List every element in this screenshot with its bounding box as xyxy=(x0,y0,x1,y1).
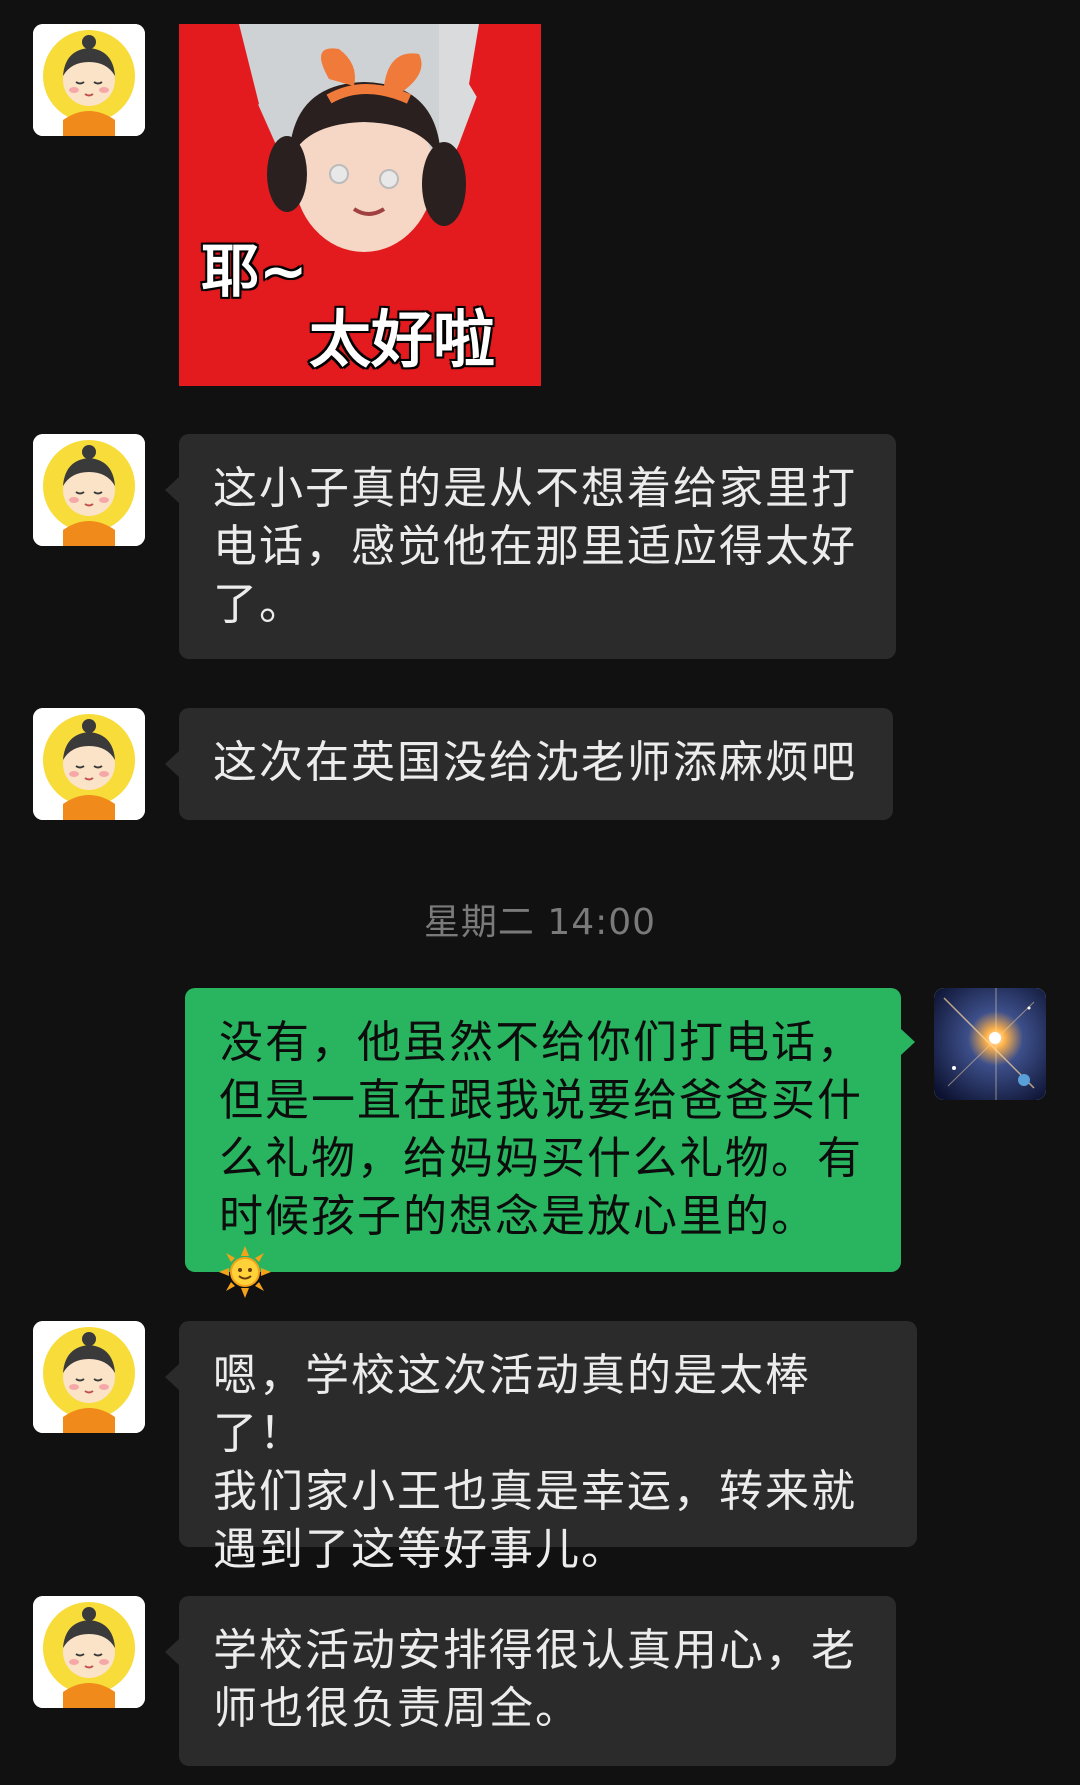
cartoon-monk-icon xyxy=(33,1321,145,1433)
message-text: 没有，他虽然不给你们打电话， 但是一直在跟我说要给爸爸买什 么礼物，给妈妈买什么… xyxy=(219,1017,863,1242)
my-avatar[interactable] xyxy=(934,988,1046,1100)
contact-avatar[interactable] xyxy=(33,1596,145,1708)
sticker-caption-line2: 太好啦 xyxy=(307,302,496,378)
message-bubble[interactable]: 这小子真的是从不想着给家里打 电话，感觉他在那里适应得太好 了。 xyxy=(179,434,896,659)
contact-avatar[interactable] xyxy=(33,708,145,820)
message-bubble[interactable]: 这次在英国没给沈老师添麻烦吧 xyxy=(179,708,893,820)
bubble-tail xyxy=(901,1029,915,1055)
contact-avatar[interactable] xyxy=(33,24,145,136)
cartoon-monk-icon xyxy=(33,708,145,820)
cartoon-monk-icon xyxy=(33,1596,145,1708)
bubble-tail xyxy=(165,751,179,777)
cartoon-monk-icon xyxy=(33,434,145,546)
sticker-caption-line1: 耶~ xyxy=(200,236,310,307)
bubble-tail xyxy=(165,1639,179,1665)
sun-emoji-icon xyxy=(219,1246,271,1298)
sticker-image[interactable]: 耶~ 太好啦 xyxy=(179,24,541,386)
cartoon-monk-icon xyxy=(33,24,145,136)
bubble-tail xyxy=(165,1364,179,1390)
bubble-tail xyxy=(165,477,179,503)
timestamp-divider: 星期二 14:00 xyxy=(423,902,657,943)
contact-avatar[interactable] xyxy=(33,434,145,546)
message-bubble[interactable]: 嗯，学校这次活动真的是太棒了！ 我们家小王也真是幸运，转来就 遇到了这等好事儿。 xyxy=(179,1321,917,1575)
message-bubble[interactable]: 学校活动安排得很认真用心，老 师也很负责周全。 xyxy=(179,1596,896,1766)
galaxy-avatar-icon xyxy=(934,988,1046,1100)
contact-avatar[interactable] xyxy=(33,1321,145,1433)
message-bubble-outgoing[interactable]: 没有，他虽然不给你们打电话， 但是一直在跟我说要给爸爸买什 么礼物，给妈妈买什么… xyxy=(185,988,901,1298)
